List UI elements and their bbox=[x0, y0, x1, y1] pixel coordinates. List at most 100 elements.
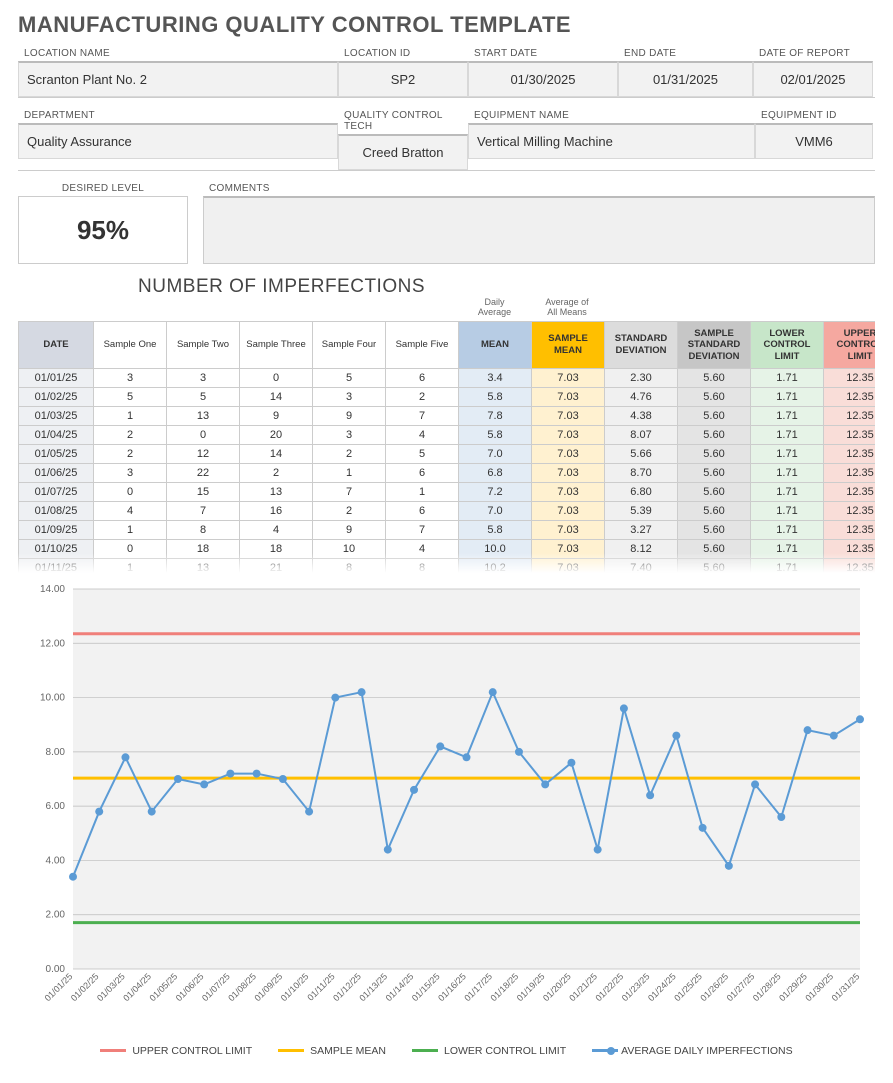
svg-text:01/28/25: 01/28/25 bbox=[751, 971, 783, 1003]
info-value[interactable]: 01/30/2025 bbox=[468, 61, 618, 97]
cell: 7.03 bbox=[532, 558, 605, 572]
cell: 8 bbox=[386, 558, 459, 572]
table-row: 01/03/251139977.87.034.385.601.7112.35 bbox=[19, 406, 876, 425]
cell: 12.35 bbox=[824, 501, 876, 520]
cell: 01/02/25 bbox=[19, 387, 94, 406]
info-cell: DATE OF REPORT02/01/2025 bbox=[753, 44, 873, 97]
svg-text:01/29/25: 01/29/25 bbox=[777, 971, 809, 1003]
cell: 7 bbox=[386, 520, 459, 539]
desired-level-label: DESIRED LEVEL bbox=[18, 179, 188, 196]
cell: 7.03 bbox=[532, 368, 605, 387]
cell: 1.71 bbox=[751, 482, 824, 501]
info-cell: EQUIPMENT NAMEVertical Milling Machine bbox=[468, 106, 755, 170]
col-std: STANDARD DEVIATION bbox=[605, 321, 678, 368]
cell: 2 bbox=[386, 387, 459, 406]
cell: 1.71 bbox=[751, 539, 824, 558]
cell: 9 bbox=[240, 406, 313, 425]
cell: 12 bbox=[167, 444, 240, 463]
control-chart: 0.002.004.006.008.0010.0012.0014.0001/01… bbox=[18, 579, 875, 1057]
cell: 5.60 bbox=[678, 368, 751, 387]
cell: 5.60 bbox=[678, 482, 751, 501]
table-row: 01/09/25184975.87.033.275.601.7112.35 bbox=[19, 520, 876, 539]
data-table: DATE Sample One Sample Two Sample Three … bbox=[18, 321, 875, 573]
info-value[interactable]: Scranton Plant No. 2 bbox=[18, 61, 338, 97]
cell: 01/08/25 bbox=[19, 501, 94, 520]
cell: 2 bbox=[313, 501, 386, 520]
cell: 01/01/25 bbox=[19, 368, 94, 387]
table-row: 01/01/25330563.47.032.305.601.7112.35 bbox=[19, 368, 876, 387]
cell: 1 bbox=[94, 520, 167, 539]
col-s2: Sample Two bbox=[167, 321, 240, 368]
info-value[interactable]: Quality Assurance bbox=[18, 123, 338, 159]
cell: 8.07 bbox=[605, 425, 678, 444]
svg-text:01/07/25: 01/07/25 bbox=[200, 971, 232, 1003]
cell: 5.8 bbox=[459, 425, 532, 444]
cell: 9 bbox=[313, 520, 386, 539]
cell: 5 bbox=[386, 444, 459, 463]
col-s5: Sample Five bbox=[386, 321, 459, 368]
cell: 21 bbox=[240, 558, 313, 572]
info-label: EQUIPMENT NAME bbox=[468, 106, 755, 123]
info-value[interactable]: Creed Bratton bbox=[338, 134, 468, 170]
cell: 7.03 bbox=[532, 406, 605, 425]
comments-label: COMMENTS bbox=[203, 179, 875, 196]
cell: 18 bbox=[167, 539, 240, 558]
svg-text:01/22/25: 01/22/25 bbox=[593, 971, 625, 1003]
cell: 7.03 bbox=[532, 387, 605, 406]
legend-item: SAMPLE MEAN bbox=[278, 1045, 386, 1057]
svg-text:01/01/25: 01/01/25 bbox=[43, 971, 75, 1003]
cell: 3 bbox=[94, 463, 167, 482]
cell: 1.71 bbox=[751, 520, 824, 539]
cell: 01/09/25 bbox=[19, 520, 94, 539]
cell: 7.03 bbox=[532, 482, 605, 501]
cell: 1 bbox=[386, 482, 459, 501]
cell: 0 bbox=[94, 539, 167, 558]
cell: 5.60 bbox=[678, 425, 751, 444]
section-title: NUMBER OF IMPERFECTIONS bbox=[138, 276, 875, 298]
cell: 7.0 bbox=[459, 501, 532, 520]
svg-text:8.00: 8.00 bbox=[46, 747, 66, 758]
info-value[interactable]: SP2 bbox=[338, 61, 468, 97]
svg-text:4.00: 4.00 bbox=[46, 855, 66, 866]
info-value[interactable]: 01/31/2025 bbox=[618, 61, 753, 97]
cell: 10.0 bbox=[459, 539, 532, 558]
info-value[interactable]: 02/01/2025 bbox=[753, 61, 873, 97]
cell: 0 bbox=[167, 425, 240, 444]
info-cell: LOCATION NAMEScranton Plant No. 2 bbox=[18, 44, 338, 97]
table-row: 01/05/2521214257.07.035.665.601.7112.35 bbox=[19, 444, 876, 463]
cell: 7.03 bbox=[532, 501, 605, 520]
cell: 1 bbox=[94, 558, 167, 572]
cell: 5.8 bbox=[459, 520, 532, 539]
svg-text:01/21/25: 01/21/25 bbox=[567, 971, 599, 1003]
cell: 2.30 bbox=[605, 368, 678, 387]
svg-text:01/08/25: 01/08/25 bbox=[226, 971, 258, 1003]
cell: 3 bbox=[313, 387, 386, 406]
cell: 7.03 bbox=[532, 539, 605, 558]
cell: 7.40 bbox=[605, 558, 678, 572]
cell: 1.71 bbox=[751, 387, 824, 406]
cell: 4 bbox=[386, 539, 459, 558]
cell: 5.60 bbox=[678, 520, 751, 539]
cell: 7.2 bbox=[459, 482, 532, 501]
cell: 18 bbox=[240, 539, 313, 558]
svg-text:01/30/25: 01/30/25 bbox=[803, 971, 835, 1003]
cell: 7 bbox=[167, 501, 240, 520]
info-value[interactable]: Vertical Milling Machine bbox=[468, 123, 755, 159]
cell: 12.35 bbox=[824, 539, 876, 558]
cell: 4 bbox=[94, 501, 167, 520]
cell: 4 bbox=[240, 520, 313, 539]
comments-value[interactable] bbox=[203, 196, 875, 264]
cell: 12.35 bbox=[824, 558, 876, 572]
info-value[interactable]: VMM6 bbox=[755, 123, 873, 159]
cell: 2 bbox=[240, 463, 313, 482]
cell: 1 bbox=[313, 463, 386, 482]
cell: 7.8 bbox=[459, 406, 532, 425]
svg-text:12.00: 12.00 bbox=[40, 638, 65, 649]
svg-text:01/19/25: 01/19/25 bbox=[515, 971, 547, 1003]
cell: 3.4 bbox=[459, 368, 532, 387]
info-cell: START DATE01/30/2025 bbox=[468, 44, 618, 97]
cell: 01/11/25 bbox=[19, 558, 94, 572]
svg-text:01/24/25: 01/24/25 bbox=[646, 971, 678, 1003]
cell: 9 bbox=[313, 406, 386, 425]
cell: 13 bbox=[167, 558, 240, 572]
